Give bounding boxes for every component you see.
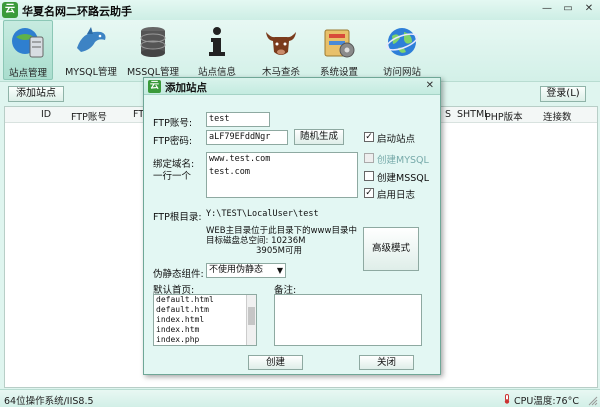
toolbar-system-settings[interactable]: 系统设置: [314, 20, 364, 80]
advanced-mode-button[interactable]: 高级模式: [363, 227, 419, 271]
ftp-root-path: Y:\TEST\LocalUser\test: [206, 209, 319, 219]
os-status: 64位操作系统/IIS8.5: [4, 396, 94, 407]
create-mysql-label: 创建MYSQL: [377, 155, 429, 166]
enable-log-checkbox[interactable]: ✓: [364, 188, 374, 198]
database-icon: [140, 27, 166, 57]
ftp-password-input[interactable]: aLF79EFddNgr: [206, 130, 288, 145]
dialog-app-icon: 云: [148, 80, 161, 93]
pseudo-static-label: 伪静态组件:: [153, 269, 204, 280]
globe-icon: [386, 28, 418, 56]
disk-free-space: 3905M可用: [256, 246, 302, 256]
toolbar-site-management[interactable]: 站点管理: [3, 20, 53, 80]
status-bar: 64位操作系统/IIS8.5 CPU温度:76°C: [0, 389, 600, 407]
bull-icon: [266, 32, 296, 55]
column-header-php-version[interactable]: PHP版本: [485, 109, 523, 123]
title-bar: 云 华夏名网二环路云助手 — ▭ ✕: [0, 0, 600, 20]
create-mssql-checkbox[interactable]: [364, 171, 374, 181]
toolbar-visit-website[interactable]: 访问网站: [377, 20, 427, 80]
temperature-icon: [504, 394, 510, 404]
dialog-close-button[interactable]: ✕: [426, 80, 434, 91]
enable-log-label: 启用日志: [377, 190, 416, 201]
dialog-title: 添加站点: [165, 82, 207, 94]
column-header-ftp-account[interactable]: FTP账号: [71, 109, 107, 123]
list-item[interactable]: index.html: [154, 315, 256, 325]
column-header-s[interactable]: S: [445, 109, 451, 120]
toolbar-trojan-scan[interactable]: 木马查杀: [256, 20, 306, 80]
add-site-button[interactable]: 添加站点: [8, 86, 64, 102]
list-item[interactable]: default.html: [154, 295, 256, 305]
pseudo-static-value: 不使用伪静态: [209, 265, 264, 275]
ftp-account-label: FTP账号:: [153, 118, 193, 129]
column-header-id[interactable]: ID: [41, 109, 51, 120]
dialog-title-bar[interactable]: 云 添加站点 ✕: [144, 78, 440, 95]
chevron-down-icon: ▼: [276, 266, 283, 275]
create-button[interactable]: 创建: [248, 355, 303, 370]
toolbar-label: MSSQL管理: [126, 67, 180, 78]
create-mysql-checkbox[interactable]: [364, 153, 374, 163]
start-site-checkbox[interactable]: ✓: [364, 132, 374, 142]
create-mssql-label: 创建MSSQL: [377, 173, 430, 184]
domain-line: test.com: [209, 167, 250, 177]
cpu-temperature: CPU温度:76°C: [514, 396, 579, 407]
list-item[interactable]: index.php: [154, 335, 256, 345]
minimize-button[interactable]: —: [540, 3, 554, 16]
maximize-button[interactable]: ▭: [561, 3, 575, 16]
list-scrollbar[interactable]: [246, 295, 256, 345]
toolbar-label: 站点信息: [197, 67, 236, 78]
app-logo-icon: 云: [2, 2, 18, 18]
server-icon: [12, 28, 44, 58]
login-button[interactable]: 登录(L): [540, 86, 586, 102]
app-title: 华夏名网二环路云助手: [22, 5, 132, 18]
list-item[interactable]: default.htm: [154, 305, 256, 315]
ftp-password-label: FTP密码:: [153, 136, 193, 147]
toolbar-site-info[interactable]: 站点信息: [192, 20, 242, 80]
random-generate-button[interactable]: 随机生成: [294, 129, 344, 145]
domain-line: www.test.com: [209, 154, 271, 164]
ftp-account-input[interactable]: test: [206, 112, 270, 127]
add-site-dialog: 云 添加站点 ✕ FTP账号: test FTP密码: aLF79EFddNgr…: [143, 77, 441, 375]
toolbar-label: 系统设置: [319, 67, 358, 78]
toolbar-mysql-management[interactable]: MYSQL管理: [65, 20, 117, 80]
resize-grip-icon[interactable]: [588, 396, 598, 406]
remark-textarea[interactable]: [274, 294, 422, 346]
settings-icon: [324, 29, 355, 58]
pseudo-static-select[interactable]: 不使用伪静态 ▼: [206, 263, 286, 278]
toolbar: 站点管理 MYSQL管理 MSSQL管理 站点信息 木马查杀 系统设置 访问网站: [0, 20, 600, 82]
close-window-button[interactable]: ✕: [582, 3, 596, 16]
default-page-list[interactable]: default.html default.htm index.html inde…: [153, 294, 257, 346]
info-icon: [209, 27, 225, 56]
dolphin-icon: [77, 27, 106, 52]
toolbar-label: 木马查杀: [261, 67, 300, 78]
toolbar-label: MYSQL管理: [65, 67, 117, 78]
toolbar-mssql-management[interactable]: MSSQL管理: [127, 20, 179, 80]
toolbar-label: 站点管理: [8, 68, 47, 79]
domain-hint: 一行一个: [153, 171, 192, 182]
start-site-label: 启动站点: [377, 134, 416, 145]
ftp-root-label: FTP根目录:: [153, 212, 202, 223]
toolbar-label: 访问网站: [382, 67, 421, 78]
list-item[interactable]: index.htm: [154, 325, 256, 335]
column-header-connections[interactable]: 连接数: [543, 109, 572, 123]
close-dialog-button[interactable]: 关闭: [359, 355, 414, 370]
domain-textarea[interactable]: www.test.com test.com: [206, 152, 358, 198]
